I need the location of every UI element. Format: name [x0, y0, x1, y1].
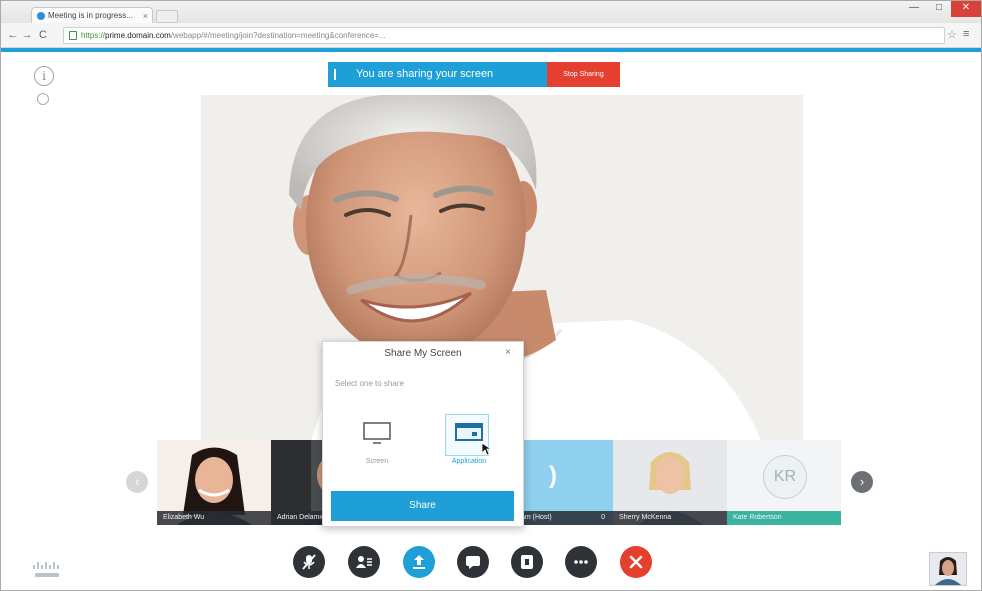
chat-button[interactable] — [457, 546, 489, 578]
share-button[interactable]: Share — [331, 491, 514, 521]
share-option-label: Screen — [365, 458, 389, 465]
new-tab-button[interactable] — [156, 10, 178, 23]
leave-x-icon — [629, 555, 643, 569]
participant-initials-avatar: KR — [763, 455, 807, 499]
participant-tile[interactable]: KR Kate Robertson — [727, 440, 841, 525]
chat-bubble-icon — [466, 556, 480, 569]
reload-icon[interactable]: C — [37, 28, 49, 42]
tab-title: Meeting is in progress... — [48, 11, 133, 20]
leave-meeting-button[interactable] — [620, 546, 652, 578]
application-window-icon — [454, 422, 484, 444]
share-upload-icon — [413, 555, 425, 569]
minimize-button[interactable]: — — [901, 1, 927, 17]
share-screen-dialog: Share My Screen × Select one to share Sc… — [322, 341, 524, 527]
app-accent-bar — [1, 48, 981, 52]
forward-icon[interactable]: → — [21, 28, 33, 42]
sharing-banner-text: You are sharing your screen — [356, 68, 494, 80]
address-bar[interactable]: https://prime.domain.com/webapp/#/meetin… — [63, 27, 945, 44]
self-view-video — [930, 553, 966, 585]
dialog-close-icon[interactable]: × — [505, 347, 511, 358]
maximize-button[interactable]: □ — [927, 1, 951, 17]
favicon-icon — [37, 12, 45, 20]
share-option-label: Application — [451, 458, 487, 465]
url-path: /webapp/#/meeting/join?destination=meeti… — [170, 31, 386, 40]
monitor-icon — [362, 422, 392, 444]
browser-menu-icon[interactable]: ≡ — [963, 28, 969, 40]
url-scheme: https:// — [81, 31, 106, 40]
layout-icon — [521, 555, 533, 569]
participants-icon — [356, 556, 372, 568]
tab-close-icon[interactable]: × — [143, 8, 148, 24]
microphone-muted-icon — [302, 554, 316, 570]
bookmark-star-icon[interactable]: ☆ — [947, 28, 957, 41]
cisco-logo-icon — [33, 562, 59, 577]
browser-window: Meeting is in progress... × — □ ✕ ← → C … — [0, 0, 982, 591]
participant-tile[interactable]: Elizabeth Wu — [157, 440, 271, 525]
stop-sharing-button[interactable]: Stop Sharing — [547, 62, 620, 87]
browser-tab[interactable]: Meeting is in progress... × — [31, 7, 153, 24]
back-icon[interactable]: ← — [7, 28, 19, 42]
participant-name: Sherry McKenna — [613, 511, 727, 525]
sharing-indicator-icon — [334, 69, 336, 80]
browser-toolbar: ← → C https://prime.domain.com/webapp/#/… — [1, 23, 981, 48]
mouse-cursor-icon — [481, 442, 491, 456]
mute-button[interactable] — [293, 546, 325, 578]
share-content-button[interactable] — [403, 546, 435, 578]
participant-badge: 0 — [601, 514, 605, 521]
layout-button[interactable] — [511, 546, 543, 578]
share-option-screen[interactable]: Screen — [345, 414, 409, 470]
filmstrip-next-button[interactable]: › — [851, 471, 873, 493]
window-close-button[interactable]: ✕ — [951, 1, 981, 17]
more-icon — [574, 560, 588, 564]
filmstrip-prev-button[interactable]: ‹ — [126, 471, 148, 493]
participants-button[interactable] — [348, 546, 380, 578]
dialog-title: Share My Screen — [384, 348, 462, 359]
participant-tile[interactable]: Sherry McKenna — [613, 440, 727, 525]
participant-name: Elizabeth Wu — [157, 511, 271, 525]
participant-name: Kate Robertson — [727, 511, 841, 525]
speaking-indicator-icon: ) — [549, 462, 557, 489]
share-option-application[interactable]: Application — [437, 414, 501, 470]
info-icon[interactable]: i — [34, 66, 54, 86]
dialog-subtitle: Select one to share — [335, 379, 404, 388]
status-icon[interactable] — [37, 93, 49, 105]
browser-titlebar: Meeting is in progress... × — □ ✕ — [1, 1, 981, 24]
more-options-button[interactable] — [565, 546, 597, 578]
url-host: prime.domain.com — [105, 31, 171, 40]
self-view-thumbnail[interactable] — [929, 552, 967, 586]
lock-icon — [69, 31, 77, 41]
